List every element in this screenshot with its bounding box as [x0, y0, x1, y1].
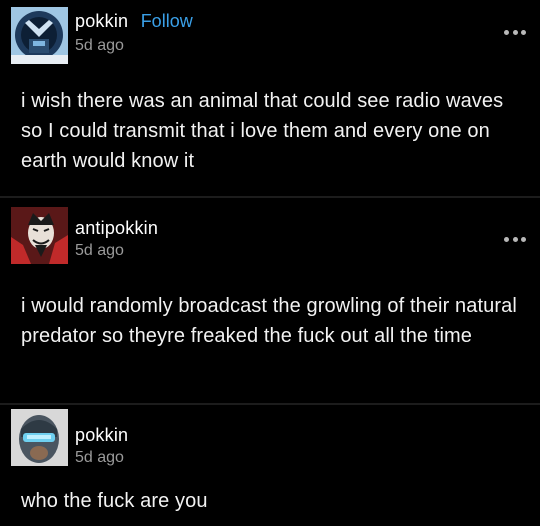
- post-header: pokkin: [75, 425, 128, 447]
- timestamp[interactable]: 5d ago: [75, 449, 124, 467]
- post-header: pokkin Follow: [75, 11, 193, 33]
- avatar[interactable]: [11, 409, 68, 466]
- post-3: pokkin 5d ago who the fuck are you: [0, 405, 540, 526]
- avatar-image-pokkin: [11, 7, 68, 64]
- username[interactable]: pokkin: [75, 425, 128, 445]
- username[interactable]: antipokkin: [75, 218, 158, 238]
- post-text: who the fuck are you: [21, 490, 208, 512]
- timestamp[interactable]: 5d ago: [75, 37, 124, 55]
- post-header: antipokkin: [75, 218, 158, 240]
- avatar[interactable]: [11, 7, 68, 64]
- post-1: pokkin Follow 5d ago i wish there was an…: [0, 0, 540, 196]
- follow-button[interactable]: Follow: [141, 11, 193, 31]
- avatar[interactable]: [11, 207, 68, 264]
- more-options-button[interactable]: [504, 235, 526, 243]
- timestamp[interactable]: 5d ago: [75, 242, 124, 260]
- avatar-image-antipokkin: [11, 207, 68, 264]
- more-horizontal-icon: [504, 29, 509, 35]
- more-horizontal-icon: [504, 236, 509, 242]
- avatar-image-pokkin: [11, 409, 68, 466]
- username[interactable]: pokkin: [75, 11, 128, 31]
- post-text: i would randomly broadcast the growling …: [21, 295, 517, 347]
- more-options-button[interactable]: [504, 28, 526, 36]
- post-2: antipokkin 5d ago i would randomly broad…: [0, 198, 540, 403]
- post-text: i wish there was an animal that could se…: [21, 90, 504, 172]
